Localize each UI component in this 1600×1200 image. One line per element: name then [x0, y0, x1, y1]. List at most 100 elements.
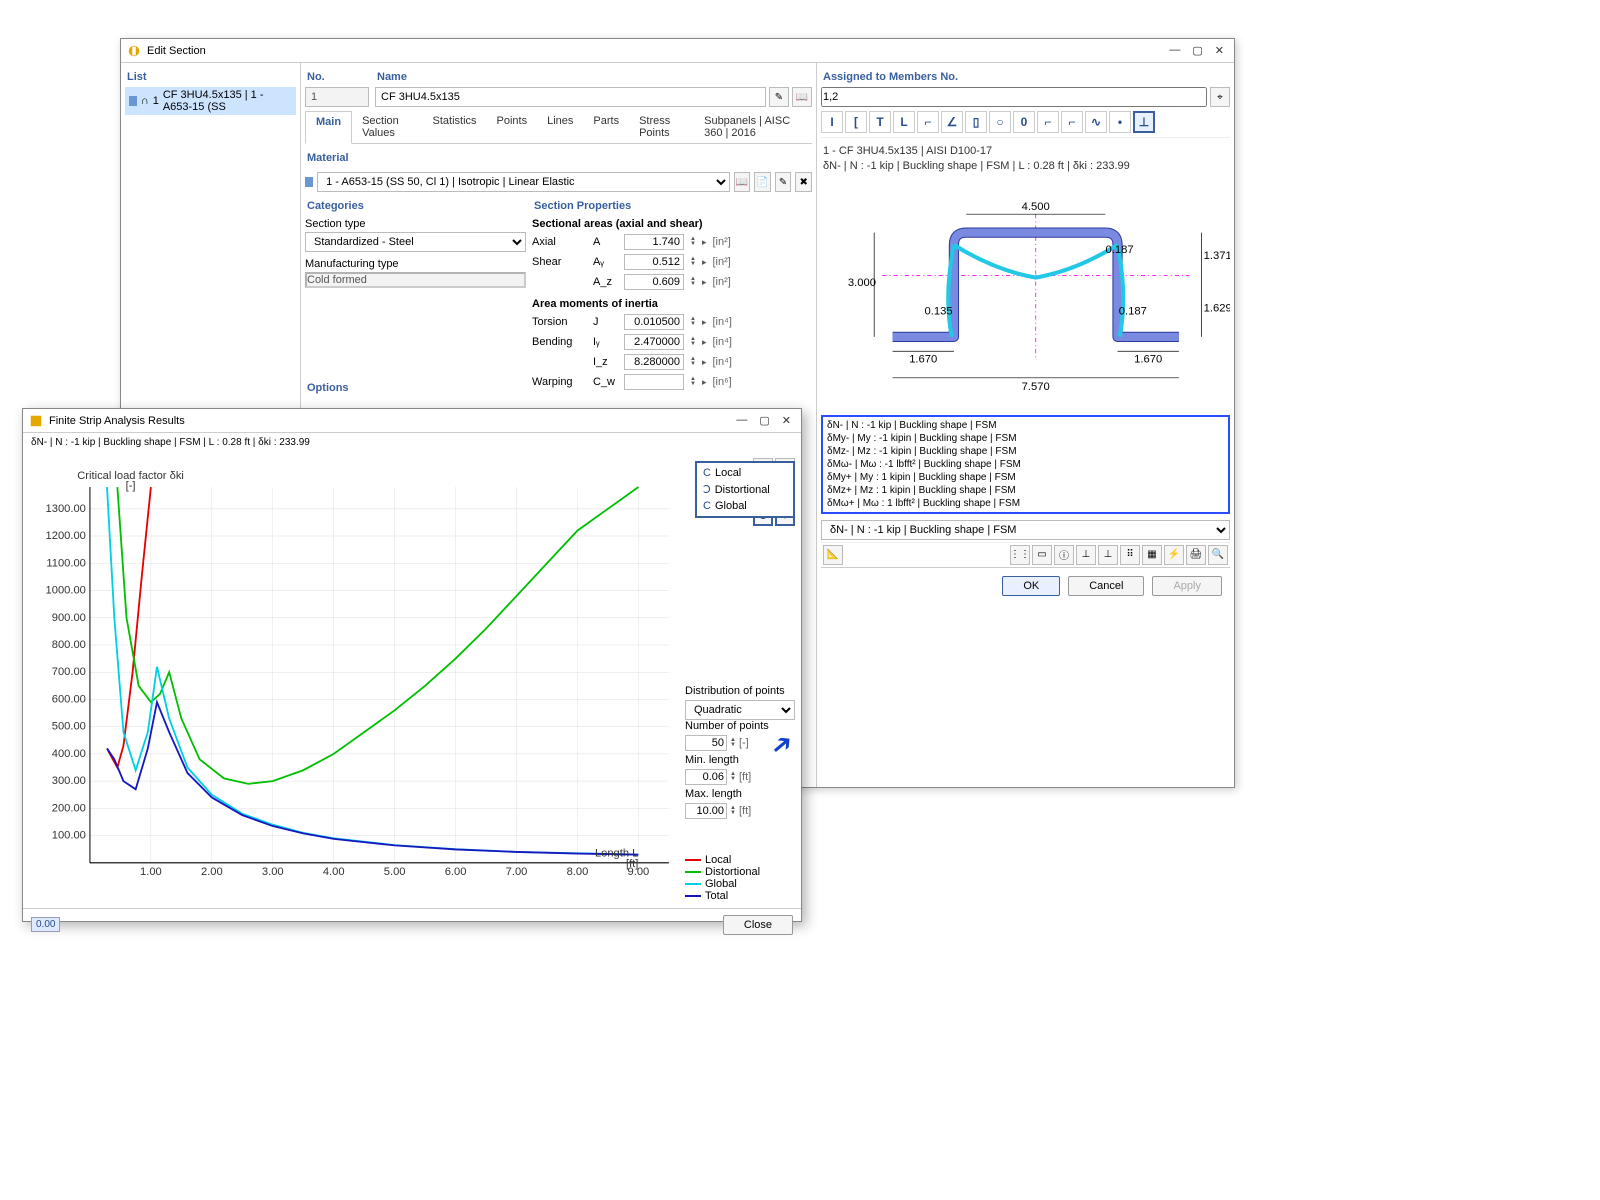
go-icon[interactable]: ▸ — [702, 317, 707, 328]
prop-value-input[interactable] — [624, 274, 684, 290]
material-select[interactable]: 1 - A653-15 (SS 50, Cl 1) | Isotropic | … — [317, 172, 730, 192]
tab-main[interactable]: Main — [305, 111, 352, 144]
shape-rect-icon[interactable]: ▯ — [965, 111, 987, 133]
cross-section-diagram: 4.500 1.371 1.629 3.000 0.135 0.187 0.18… — [821, 181, 1230, 411]
tool-print-icon[interactable]: 🖨 — [1186, 545, 1206, 565]
shape-i-icon[interactable]: I — [821, 111, 843, 133]
edit-name-button[interactable]: ✎ — [769, 87, 789, 107]
no-input[interactable] — [305, 87, 369, 107]
prop-row: Shear Aᵧ ▲▼ ▸ [in²] — [532, 252, 812, 272]
go-icon[interactable]: ▸ — [702, 257, 707, 268]
tool-frame-icon[interactable]: ▭ — [1032, 545, 1052, 565]
shape-o-icon[interactable]: ○ — [989, 111, 1011, 133]
cancel-button[interactable]: Cancel — [1068, 576, 1144, 596]
assigned-pick-button[interactable]: ⌖ — [1210, 87, 1230, 107]
go-icon[interactable]: ▸ — [702, 237, 707, 248]
dd-distortional[interactable]: ↃDistortional — [699, 481, 791, 498]
prop-label: Torsion — [532, 316, 587, 328]
svg-text:3.00: 3.00 — [262, 866, 284, 878]
tool-measure-icon[interactable]: 📐 — [823, 545, 843, 565]
shape-custom-icon[interactable]: ⊥ — [1133, 111, 1155, 133]
spinner[interactable]: ▲▼ — [690, 357, 696, 367]
tab-stress-points[interactable]: Stress Points — [629, 111, 694, 143]
tab-parts[interactable]: Parts — [583, 111, 629, 143]
shape-dot-icon[interactable]: • — [1109, 111, 1131, 133]
spinner[interactable]: ▲▼ — [690, 317, 696, 327]
shape-t-icon[interactable]: T — [869, 111, 891, 133]
material-edit-button[interactable]: ✎ — [775, 172, 792, 192]
tab-lines[interactable]: Lines — [537, 111, 583, 143]
shape-u2-icon[interactable]: ⌐ — [1037, 111, 1059, 133]
max-input[interactable] — [685, 803, 727, 819]
section-swatch-icon — [129, 96, 137, 106]
go-icon[interactable]: ▸ — [702, 277, 707, 288]
mode-list-item[interactable]: δMy- | My : -1 kipin | Buckling shape | … — [825, 432, 1226, 445]
tool-hatch-icon[interactable]: ▦ — [1142, 545, 1162, 565]
mode-list-item[interactable]: δMω- | Mω : -1 lbfft² | Buckling shape |… — [825, 458, 1226, 471]
minimize-button[interactable]: — — [1169, 44, 1180, 57]
shape-angle-icon[interactable]: ∠ — [941, 111, 963, 133]
prop-unit: [in⁴] — [712, 316, 742, 328]
go-icon[interactable]: ▸ — [702, 337, 707, 348]
shape-bracket-icon[interactable]: [ — [845, 111, 867, 133]
mode-select[interactable]: δN- | N : -1 kip | Buckling shape | FSM — [821, 520, 1230, 540]
fsm-minimize-button[interactable]: — — [736, 414, 747, 427]
fsm-maximize-button[interactable]: ▢ — [759, 414, 769, 427]
spinner[interactable]: ▲▼ — [690, 337, 696, 347]
tab-statistics[interactable]: Statistics — [423, 111, 487, 143]
spinner[interactable]: ▲▼ — [690, 257, 696, 267]
tool-action-icon[interactable]: ⚡ — [1164, 545, 1184, 565]
dd-global[interactable]: CGlobal — [699, 498, 791, 514]
dd-local[interactable]: CLocal — [699, 465, 791, 481]
shape-z-icon[interactable]: ⌐ — [1061, 111, 1083, 133]
prop-value-input[interactable] — [624, 254, 684, 270]
np-input[interactable] — [685, 735, 727, 751]
tool-info-icon[interactable]: ⓘ — [1054, 545, 1074, 565]
shape-l-icon[interactable]: L — [893, 111, 915, 133]
prop-value-input[interactable] — [624, 354, 684, 370]
spinner[interactable]: ▲▼ — [690, 377, 696, 387]
section-type-select[interactable]: Standardized - Steel — [305, 232, 526, 252]
tool-dots-icon[interactable]: ⠿ — [1120, 545, 1140, 565]
prop-value-input[interactable] — [624, 314, 684, 330]
tab-section-values[interactable]: Section Values — [352, 111, 422, 143]
close-button[interactable]: ✕ — [1215, 44, 1224, 57]
dist-select[interactable]: Quadratic — [685, 700, 795, 720]
fsm-close-button[interactable]: ✕ — [782, 414, 791, 427]
min-input[interactable] — [685, 769, 727, 785]
list-item[interactable]: ∩ 1 CF 3HU4.5x135 | 1 - A653-15 (SS — [125, 87, 296, 115]
spinner[interactable]: ▲▼ — [690, 237, 696, 247]
tab-subpanels[interactable]: Subpanels | AISC 360 | 2016 — [694, 111, 812, 143]
tool-axis2-icon[interactable]: ⊥ — [1098, 545, 1118, 565]
material-new-button[interactable]: 📄 — [754, 172, 771, 192]
shape-wave-icon[interactable]: ∿ — [1085, 111, 1107, 133]
ok-button[interactable]: OK — [1002, 576, 1060, 596]
tab-points[interactable]: Points — [487, 111, 538, 143]
mode-list-item[interactable]: δMz+ | Mz : 1 kipin | Buckling shape | F… — [825, 484, 1226, 497]
mode-list-item[interactable]: δMω+ | Mω : 1 lbfft² | Buckling shape | … — [825, 497, 1226, 510]
library-button[interactable]: 📖 — [792, 87, 812, 107]
apply-button[interactable]: Apply — [1152, 576, 1222, 596]
material-lib-button[interactable]: 📖 — [734, 172, 751, 192]
svg-text:300.00: 300.00 — [52, 775, 86, 787]
tool-grid-icon[interactable]: ⋮⋮ — [1010, 545, 1030, 565]
prop-value-input[interactable] — [624, 334, 684, 350]
shape-0-icon[interactable]: 0 — [1013, 111, 1035, 133]
assigned-input[interactable] — [821, 87, 1207, 107]
shape-hat-icon[interactable]: ⌐ — [917, 111, 939, 133]
close-button[interactable]: Close — [723, 915, 793, 935]
maximize-button[interactable]: ▢ — [1192, 44, 1202, 57]
mode-list-item[interactable]: δMy+ | My : 1 kipin | Buckling shape | F… — [825, 471, 1226, 484]
name-input[interactable] — [375, 87, 766, 107]
prop-value-input[interactable] — [624, 234, 684, 250]
tool-axis1-icon[interactable]: ⊥ — [1076, 545, 1096, 565]
prop-symbol: Iᵧ — [593, 336, 618, 348]
material-delete-button[interactable]: ✖ — [795, 172, 812, 192]
mode-list-item[interactable]: δN- | N : -1 kip | Buckling shape | FSM — [825, 419, 1226, 432]
go-icon[interactable]: ▸ — [702, 357, 707, 368]
prop-value-input[interactable] — [624, 374, 684, 390]
go-icon[interactable]: ▸ — [702, 377, 707, 388]
spinner[interactable]: ▲▼ — [690, 277, 696, 287]
tool-zoom-icon[interactable]: 🔍 — [1208, 545, 1228, 565]
mode-list-item[interactable]: δMz- | Mz : -1 kipin | Buckling shape | … — [825, 445, 1226, 458]
